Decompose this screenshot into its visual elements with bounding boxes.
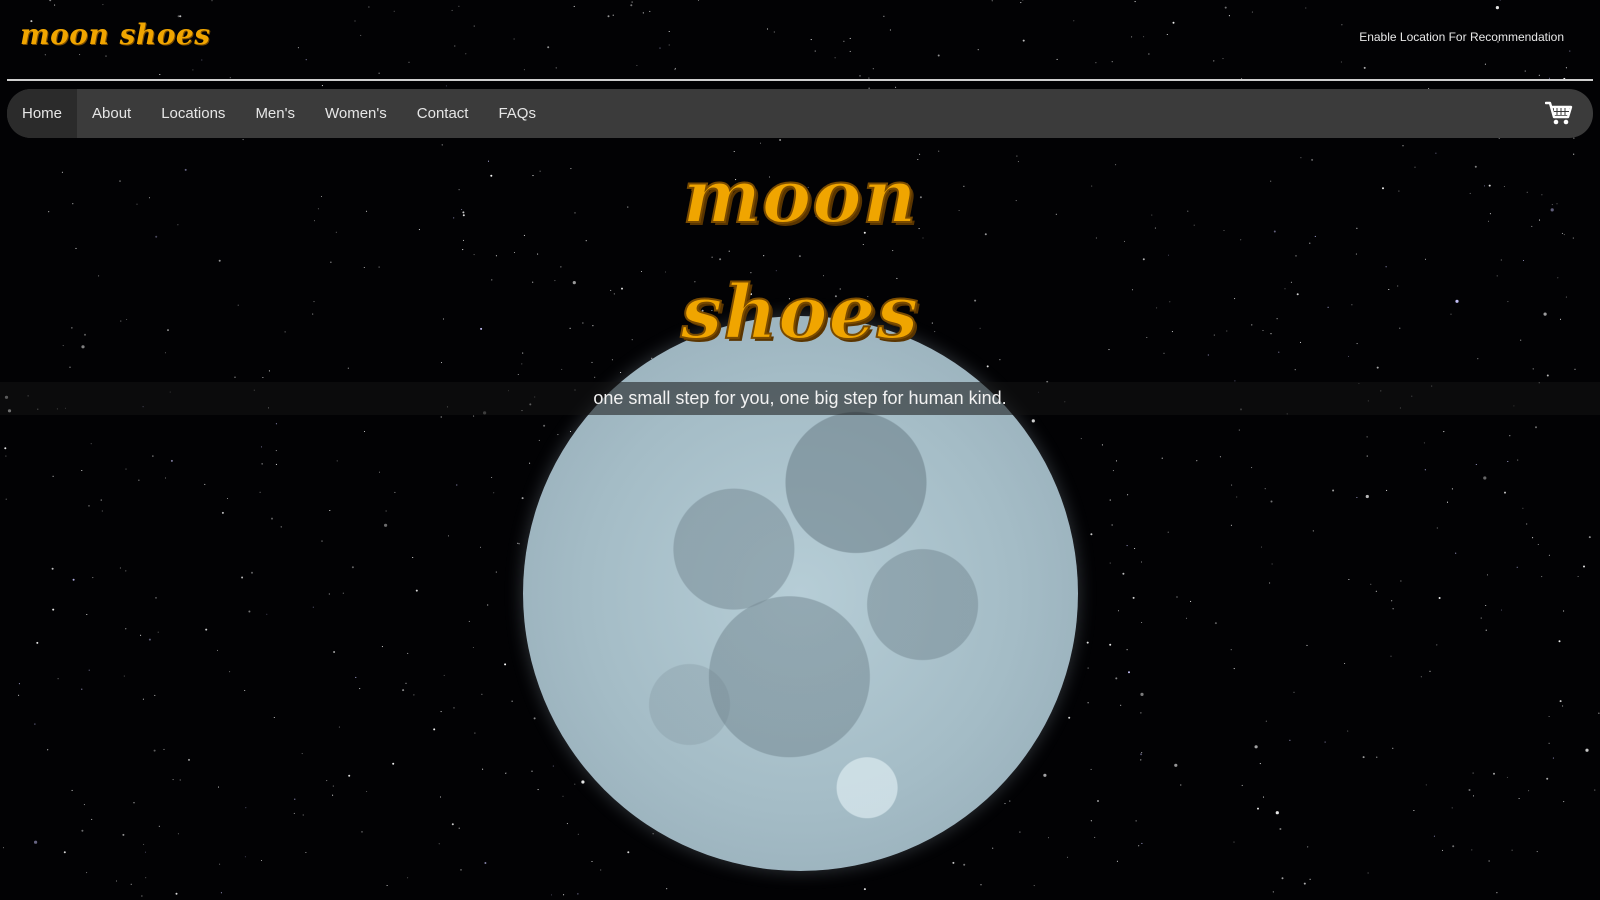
- nav-item-mens[interactable]: Men's: [240, 89, 310, 138]
- hero-tagline: one small step for you, one big step for…: [593, 388, 1007, 408]
- site-header: moon shoes Enable Location For Recommend…: [0, 0, 1600, 82]
- nav-item-locations[interactable]: Locations: [146, 89, 240, 138]
- header-divider: [7, 79, 1593, 81]
- page: moon shoes Enable Location For Recommend…: [0, 0, 1600, 900]
- hero-title-moon: moon: [682, 153, 918, 241]
- site-logo[interactable]: moon shoes: [20, 18, 210, 51]
- nav-item-about[interactable]: About: [77, 89, 146, 138]
- hero-title-shoes: shoes: [680, 269, 920, 357]
- nav-item-contact[interactable]: Contact: [402, 89, 484, 138]
- enable-location-link[interactable]: Enable Location For Recommendation: [1359, 30, 1564, 44]
- nav-item-faqs[interactable]: FAQs: [483, 89, 551, 138]
- nav-item-home[interactable]: Home: [7, 89, 78, 138]
- shopping-cart-icon[interactable]: [1545, 100, 1573, 126]
- main-nav: Home About Locations Men's Women's Conta…: [7, 89, 1593, 138]
- nav-item-womens[interactable]: Women's: [310, 89, 402, 138]
